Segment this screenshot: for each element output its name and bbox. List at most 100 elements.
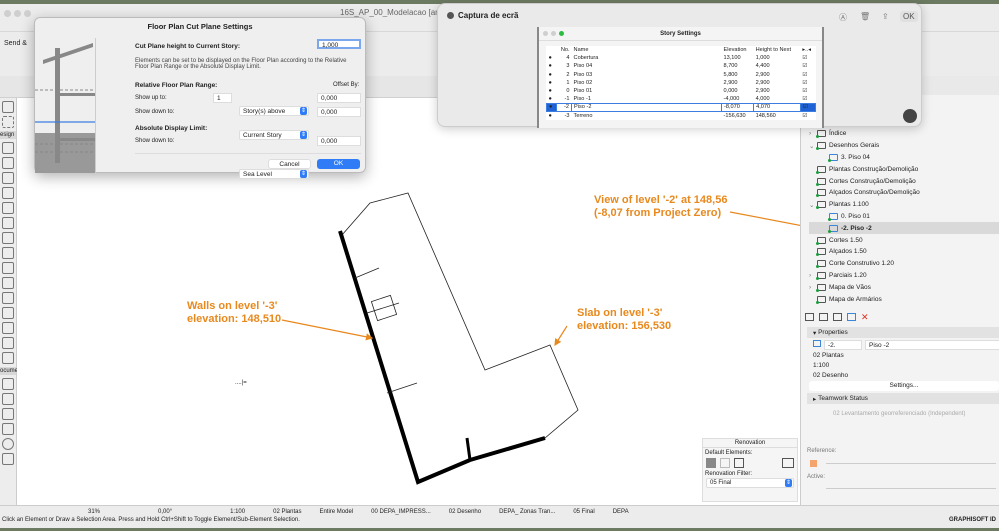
story-name[interactable]: Cobertura [572, 54, 722, 62]
mesh-tool-icon[interactable] [2, 277, 14, 289]
story-height[interactable]: 4,070 [753, 102, 801, 113]
navigator-item[interactable]: -2. Piso -2 [809, 222, 999, 235]
pen-set-selector-2[interactable]: 02 Desenho [449, 509, 481, 515]
stair-tool-icon[interactable] [2, 187, 14, 199]
story-no[interactable]: 2 [556, 71, 571, 79]
pen-set-selector[interactable]: 00 DEPA_IMPRESS... [371, 509, 431, 515]
story-elevation[interactable]: 0,000 [722, 87, 754, 95]
capture-ok-button[interactable]: OK [900, 11, 918, 22]
structure-selector[interactable]: DEPA [613, 509, 629, 515]
override-icon[interactable] [782, 458, 794, 468]
close-icon[interactable] [447, 12, 454, 19]
label-tool-icon[interactable] [2, 393, 14, 405]
col-name[interactable]: Name [572, 46, 722, 54]
story-height[interactable]: 2,900 [754, 79, 801, 87]
show-down-to-select[interactable]: Current Story [239, 130, 309, 140]
story-no[interactable]: 3 [556, 62, 571, 70]
navigator-item[interactable]: Cortes Construção/Demolição [809, 175, 999, 187]
view-id-field[interactable]: -2. [824, 340, 862, 350]
navigator-item[interactable]: Alçados 1.50 [809, 246, 999, 258]
story-row[interactable]: ● 2 Piso 03 5,800 2,900 ☑ [547, 71, 816, 79]
send-button[interactable]: Send & [4, 40, 27, 47]
story-elevation[interactable]: -4,000 [722, 95, 754, 103]
story-height[interactable]: 1,000 [754, 54, 801, 62]
story-no[interactable]: 0 [556, 87, 571, 95]
renovation-filter-select[interactable]: 05 Final [706, 478, 794, 488]
chevron-right-icon[interactable]: › [809, 272, 811, 279]
story-row[interactable]: ● -1 Piso -1 -4,000 4,000 ☑ [547, 95, 816, 103]
navigator-item[interactable]: Alçados Construção/Demolição [809, 187, 999, 199]
graphisoft-id[interactable]: GRAPHISOFT ID [949, 517, 996, 523]
show-up-to-offset[interactable]: 0,000 [317, 93, 361, 103]
story-row[interactable]: ● 1 Piso 02 2,900 2,900 ☑ [547, 79, 816, 87]
layer-combo-selector[interactable]: 02 Plantas [273, 509, 301, 515]
new-status-icon[interactable] [734, 458, 744, 468]
properties-header[interactable]: ▾ Properties [807, 327, 999, 338]
roof-tool-icon[interactable] [2, 202, 14, 214]
show-down-to-offset[interactable]: 0,000 [317, 107, 361, 117]
dimension-selector[interactable]: DEPA_ Zonas Tran... [499, 509, 555, 515]
show-checkbox[interactable]: ☑ [800, 79, 815, 87]
story-name[interactable]: Piso 01 [572, 87, 722, 95]
chevron-right-icon[interactable]: › [809, 130, 811, 137]
live-text-icon[interactable] [903, 109, 917, 123]
window-tool-icon[interactable] [2, 172, 14, 184]
shell-tool-icon[interactable] [2, 337, 14, 349]
source-view[interactable]: 02 Levantamento georreferenciado (Indepe… [833, 411, 965, 417]
zone-tool-icon[interactable] [2, 262, 14, 274]
story-height[interactable]: 2,900 [754, 87, 801, 95]
railing-tool-icon[interactable] [2, 352, 14, 364]
story-elevation[interactable]: -8,070 [721, 102, 755, 113]
show-up-to-count[interactable]: 1 [213, 93, 232, 103]
show-checkbox[interactable]: ☑ [800, 87, 815, 95]
story-name[interactable]: Piso 04 [572, 62, 722, 70]
polyline-tool-icon[interactable] [2, 453, 14, 465]
trash-icon[interactable]: 🗑 [860, 12, 870, 21]
navigator-item[interactable]: › Parciais 1.20 [809, 270, 999, 282]
circle-tool-icon[interactable] [2, 438, 14, 450]
story-no[interactable]: 1 [556, 79, 571, 87]
navigator-item[interactable]: Plantas Construção/Demolição [809, 163, 999, 175]
demolish-status-icon[interactable] [720, 458, 730, 468]
story-elevation[interactable]: 8,700 [722, 62, 754, 70]
arrow-tool-icon[interactable] [2, 101, 14, 113]
column-tool-icon[interactable] [2, 232, 14, 244]
scale-selector[interactable]: 1:100 [230, 509, 245, 515]
show-checkbox[interactable]: ☑ [800, 62, 815, 70]
navigator-item[interactable]: › Mapa de Vãos [809, 281, 999, 293]
view-settings-icon[interactable] [847, 313, 856, 321]
story-no[interactable]: -3 [556, 112, 571, 120]
chevron-right-icon[interactable]: › [809, 284, 811, 291]
story-elevation[interactable]: 2,900 [722, 79, 754, 87]
navigator-item[interactable]: › Índice [809, 128, 999, 140]
story-name[interactable]: Terreno [572, 112, 722, 120]
show-checkbox[interactable]: ☑ [800, 95, 815, 103]
navigator-item[interactable]: Corte Construtivo 1.20 [809, 258, 999, 270]
text-tool-icon[interactable] [2, 378, 14, 390]
show-checkbox[interactable]: ☑ [800, 54, 815, 62]
cut-plane-height-input[interactable]: 1,000 [317, 39, 361, 49]
story-elevation[interactable]: 5,800 [722, 71, 754, 79]
view-name-field[interactable]: Piso -2 [865, 340, 999, 350]
story-height[interactable]: 2,900 [754, 71, 801, 79]
delete-icon[interactable]: ✕ [861, 313, 869, 322]
fill-tool-icon[interactable] [2, 408, 14, 420]
navigator-item[interactable]: Cortes 1.50 [809, 234, 999, 246]
new-folder-icon[interactable] [833, 313, 842, 321]
story-no[interactable]: -1 [556, 95, 571, 103]
model-view-selector[interactable]: Entire Model [319, 509, 353, 515]
line-tool-icon[interactable] [2, 423, 14, 435]
share-icon[interactable]: ⇪ [882, 12, 889, 21]
chevron-down-icon[interactable]: ⌄ [809, 201, 814, 209]
story-row[interactable]: ● 3 Piso 04 8,700 4,400 ☑ [547, 62, 816, 70]
col-no[interactable]: No. [556, 46, 571, 54]
story-no[interactable]: -2 [555, 102, 573, 113]
active-slider[interactable] [826, 488, 996, 489]
navigator-item[interactable]: Mapa de Armários [809, 293, 999, 305]
col-elevation[interactable]: Elevation [722, 46, 754, 54]
show-checkbox[interactable]: ☑ [799, 102, 817, 113]
abs-show-down-to-select[interactable]: Sea Level [239, 169, 309, 179]
story-name[interactable]: Piso 03 [572, 71, 722, 79]
navigator-item[interactable]: 3. Piso 04 [809, 152, 999, 164]
navigator-item[interactable]: ⌄ Plantas 1.100 [809, 199, 999, 211]
